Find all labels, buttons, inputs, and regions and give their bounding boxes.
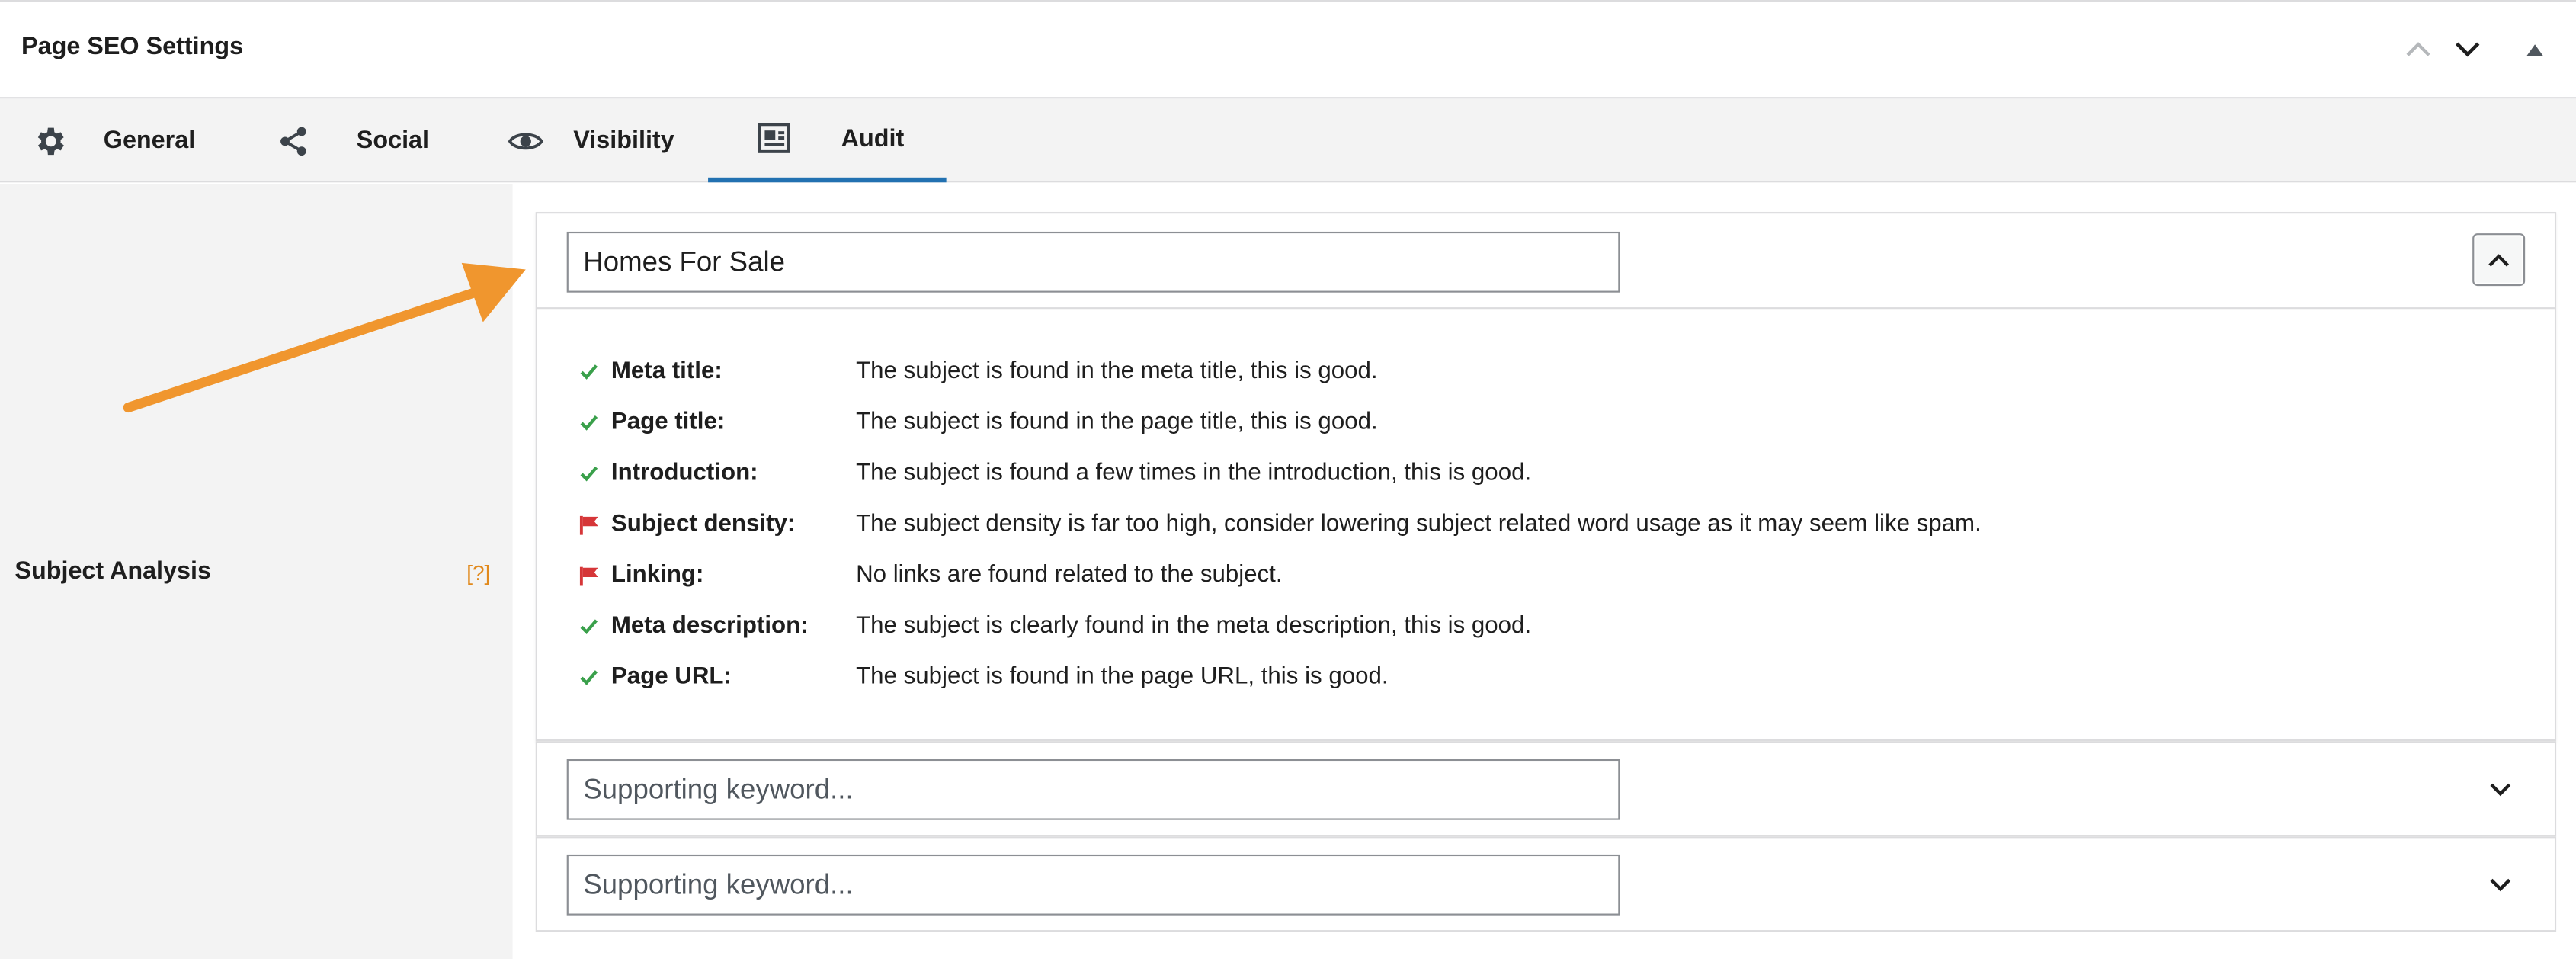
settings-label-column: Subject Analysis [?] xyxy=(0,184,513,959)
analysis-label: Page URL: xyxy=(610,663,732,691)
tab-audit-label: Audit xyxy=(841,123,905,152)
analysis-label: Introduction: xyxy=(610,460,758,487)
subject-analysis-results: Meta title: The subject is found in the m… xyxy=(537,309,2555,739)
analysis-label: Page title: xyxy=(610,409,726,436)
tab-social[interactable]: Social xyxy=(274,98,455,182)
analysis-message: The subject density is far too high, con… xyxy=(856,511,1982,537)
analysis-message: The subject is found a few times in the … xyxy=(856,460,1532,487)
tab-visibility[interactable]: Visibility xyxy=(506,98,703,182)
audit-icon xyxy=(754,118,793,158)
analysis-label: Subject density: xyxy=(610,511,796,537)
subject-keyword-panel: Meta title: The subject is found in the m… xyxy=(535,212,2557,742)
share-icon xyxy=(274,120,314,160)
supporting-keyword-panel xyxy=(535,836,2557,932)
move-up-button[interactable] xyxy=(2400,31,2436,67)
supporting-keyword-input[interactable] xyxy=(566,854,1620,916)
flag-icon xyxy=(577,513,600,536)
flag-icon xyxy=(577,563,600,586)
analysis-label: Meta description: xyxy=(610,613,809,640)
analysis-label: Linking: xyxy=(610,562,704,589)
collapse-analysis-button[interactable] xyxy=(2472,233,2526,287)
analysis-message: The subject is found in the page title, … xyxy=(856,409,1378,436)
analysis-message: The subject is found in the page URL, th… xyxy=(856,663,1389,691)
eye-icon xyxy=(506,120,546,160)
triangle-up-icon xyxy=(2526,43,2543,56)
help-link[interactable]: [?] xyxy=(466,560,490,585)
analysis-message: The subject is clearly found in the meta… xyxy=(856,613,1532,640)
gear-icon xyxy=(31,120,71,160)
subject-keyword-input[interactable] xyxy=(566,231,1620,293)
page-title: Page SEO Settings xyxy=(21,33,244,61)
check-icon xyxy=(577,614,600,637)
tab-bar: General Social Visibility Audit xyxy=(0,98,2576,183)
expand-supporting-button[interactable] xyxy=(2482,866,2518,902)
check-icon xyxy=(577,462,600,485)
panel-header: Page SEO Settings xyxy=(0,0,2576,99)
check-icon xyxy=(577,411,600,434)
analysis-message: The subject is found in the meta title, … xyxy=(856,358,1378,385)
tab-audit[interactable]: Audit xyxy=(708,98,947,183)
chevron-down-icon xyxy=(2456,42,2480,57)
tab-general-label: General xyxy=(103,126,196,155)
tab-visibility-label: Visibility xyxy=(573,126,674,155)
chevron-down-icon xyxy=(2490,877,2511,891)
supporting-keyword-panel xyxy=(535,741,2557,837)
collapse-panel-button[interactable] xyxy=(2517,31,2552,67)
tab-general[interactable]: General xyxy=(31,98,212,182)
move-down-button[interactable] xyxy=(2449,31,2485,67)
chevron-up-icon xyxy=(2406,42,2430,56)
subject-analysis-label: Subject Analysis xyxy=(14,556,211,585)
chevron-down-icon xyxy=(2490,782,2511,796)
check-icon xyxy=(577,360,600,383)
expand-supporting-button[interactable] xyxy=(2482,771,2518,807)
supporting-keyword-input[interactable] xyxy=(566,759,1620,820)
tab-social-label: Social xyxy=(356,126,430,155)
subject-keyword-header xyxy=(537,213,2555,310)
analysis-message: No links are found related to the subjec… xyxy=(856,562,1283,589)
chevron-up-icon xyxy=(2488,253,2510,266)
check-icon xyxy=(577,666,600,688)
analysis-label: Meta title: xyxy=(610,358,722,385)
